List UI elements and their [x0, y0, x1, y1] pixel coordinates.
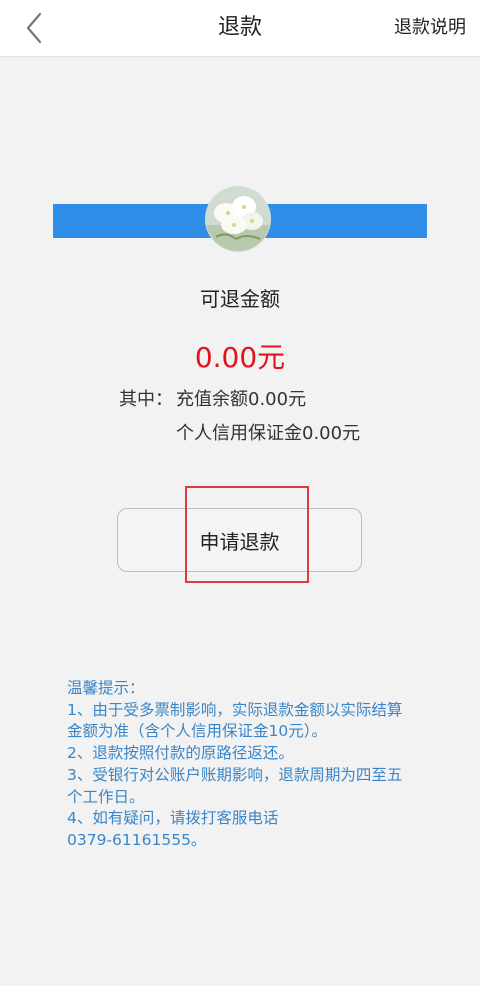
- apply-refund-button[interactable]: 申请退款: [117, 508, 362, 572]
- tips-title: 温馨提示：: [67, 679, 145, 697]
- refund-explanation-link[interactable]: 退款说明: [394, 15, 466, 41]
- tips-line: 1、由于受多票制影响，实际退款金额以实际结算: [67, 700, 403, 719]
- apply-refund-label: 申请退款: [199, 530, 280, 554]
- top-navigation-bar: 退款 退款说明: [0, 0, 480, 57]
- refundable-amount-label: 可退金额: [200, 287, 280, 311]
- tips-section: 温馨提示： 1、由于受多票制影响，实际退款金额以实际结算 金额为准（含个人信用保…: [67, 678, 427, 852]
- recharge-balance-text: 充值余额0.00元: [176, 389, 307, 410]
- credit-deposit-text: 个人信用保证金0.00元: [176, 423, 361, 444]
- tips-line: 金额为准（含个人信用保证金10元）。: [67, 722, 327, 741]
- breakdown-prefix: 其中：: [119, 389, 173, 410]
- refundable-amount-value: 0.00元: [194, 341, 286, 374]
- flower-avatar-image: [206, 187, 270, 251]
- avatar: [206, 187, 270, 251]
- tips-line: 3、受银行对公账户账期影响，退款周期为四至五: [67, 765, 403, 784]
- tips-line: 个工作日。: [67, 787, 145, 806]
- customer-service-phone: 0379-61161555。: [67, 830, 207, 849]
- tips-line: 2、退款按照付款的原路径返还。: [67, 744, 294, 763]
- tips-line: 4、如有疑问，请拨打客服电话: [67, 809, 279, 828]
